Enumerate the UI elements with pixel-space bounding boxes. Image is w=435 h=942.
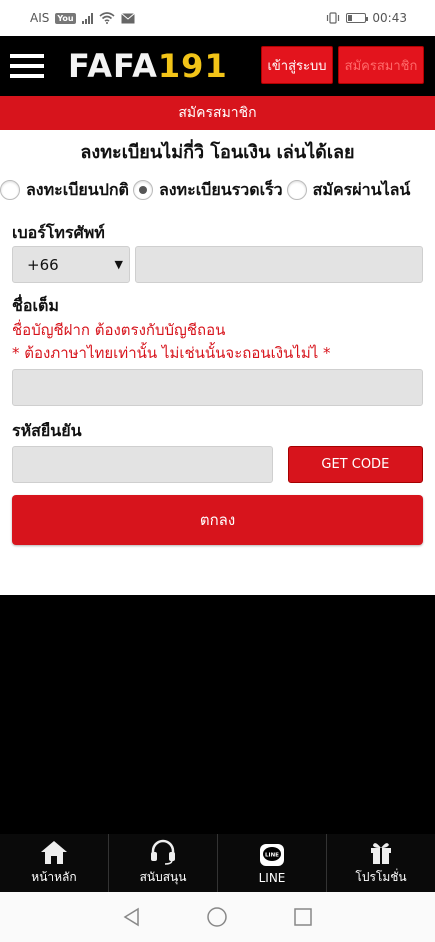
register-button[interactable]: สมัครสมาชิก xyxy=(338,46,424,84)
fullname-label: ชื่อเต็ม xyxy=(12,296,59,315)
fullname-hint-2: * ต้องภาษาไทยเท่านั้น ไม่เช่นนั้นจะถอนเง… xyxy=(12,344,331,362)
mail-icon xyxy=(120,12,135,23)
status-bar: AIS You 00:43 xyxy=(0,0,435,36)
menu-icon[interactable] xyxy=(10,54,44,78)
radio-circle-icon xyxy=(286,180,307,200)
submit-button[interactable]: ตกลง xyxy=(12,495,423,545)
verify-code-input[interactable] xyxy=(12,446,273,483)
radio-quick-register[interactable]: ลงทะเบียนรวดเร็ว xyxy=(132,178,283,203)
system-nav-bar xyxy=(0,892,435,942)
nav-support[interactable]: สนับสนุน xyxy=(109,834,218,892)
gift-icon xyxy=(368,839,394,865)
wifi-icon xyxy=(99,12,115,24)
radio-checked-icon xyxy=(132,180,153,200)
logo[interactable]: FAFA191 xyxy=(68,47,228,85)
home-circle-icon[interactable] xyxy=(206,906,228,928)
battery-icon xyxy=(346,13,369,23)
phone-label: เบอร์โทรศัพท์ xyxy=(12,223,105,242)
svg-text:LINE: LINE xyxy=(265,852,279,858)
status-right: 00:43 xyxy=(326,11,407,25)
app-header: FAFA191 เข้าสู่ระบบ สมัครสมาชิก xyxy=(0,36,435,96)
radio-line-register[interactable]: สมัครผ่านไลน์ xyxy=(286,178,410,203)
nav-home[interactable]: หน้าหลัก xyxy=(0,834,109,892)
nav-line[interactable]: LINE LINE xyxy=(218,834,327,892)
country-code-select[interactable]: +66 ▼ xyxy=(12,246,130,283)
login-button[interactable]: เข้าสู่ระบบ xyxy=(261,46,333,84)
fullname-input[interactable] xyxy=(12,369,423,406)
signal-icon xyxy=(81,12,93,24)
get-code-button[interactable]: GET CODE xyxy=(287,446,423,483)
register-type-options: ลงทะเบียนปกติ ลงทะเบียนรวดเร็ว สมัครผ่าน… xyxy=(0,172,435,208)
phone-input[interactable] xyxy=(135,246,423,283)
verify-code-label: รหัสยืนยัน xyxy=(12,421,82,440)
home-icon xyxy=(39,839,69,865)
register-form: เบอร์โทรศัพท์ +66 ▼ ชื่อเต็ม ชื่อบัญชีฝา… xyxy=(0,220,435,545)
nav-promotion[interactable]: โปรโมชั่น xyxy=(327,834,435,892)
headset-icon xyxy=(149,839,177,865)
dropdown-arrow-icon: ▼ xyxy=(114,258,123,271)
radio-normal-register[interactable]: ลงทะเบียนปกติ xyxy=(0,178,129,203)
recents-icon[interactable] xyxy=(293,907,313,927)
bottom-nav: หน้าหลัก สนับสนุน LINE LINE โปรโมชั่น xyxy=(0,834,435,892)
status-left: AIS You xyxy=(30,11,135,25)
back-icon[interactable] xyxy=(122,907,142,927)
radio-circle-icon xyxy=(0,180,20,200)
youtube-badge-icon: You xyxy=(55,12,76,24)
vibrate-icon xyxy=(327,12,340,24)
empty-content-area xyxy=(0,595,435,834)
page-banner: สมัครสมาชิก xyxy=(0,96,435,130)
fullname-hint-1: ชื่อบัญชีฝาก ต้องตรงกับบัญชีถอน xyxy=(12,321,226,339)
carrier-label: AIS xyxy=(30,11,50,25)
clock: 00:43 xyxy=(372,11,407,25)
line-icon: LINE xyxy=(259,842,285,868)
page-subtitle: ลงทะเบียนไม่กี่วิ โอนเงิน เล่นได้เลย xyxy=(80,142,355,163)
